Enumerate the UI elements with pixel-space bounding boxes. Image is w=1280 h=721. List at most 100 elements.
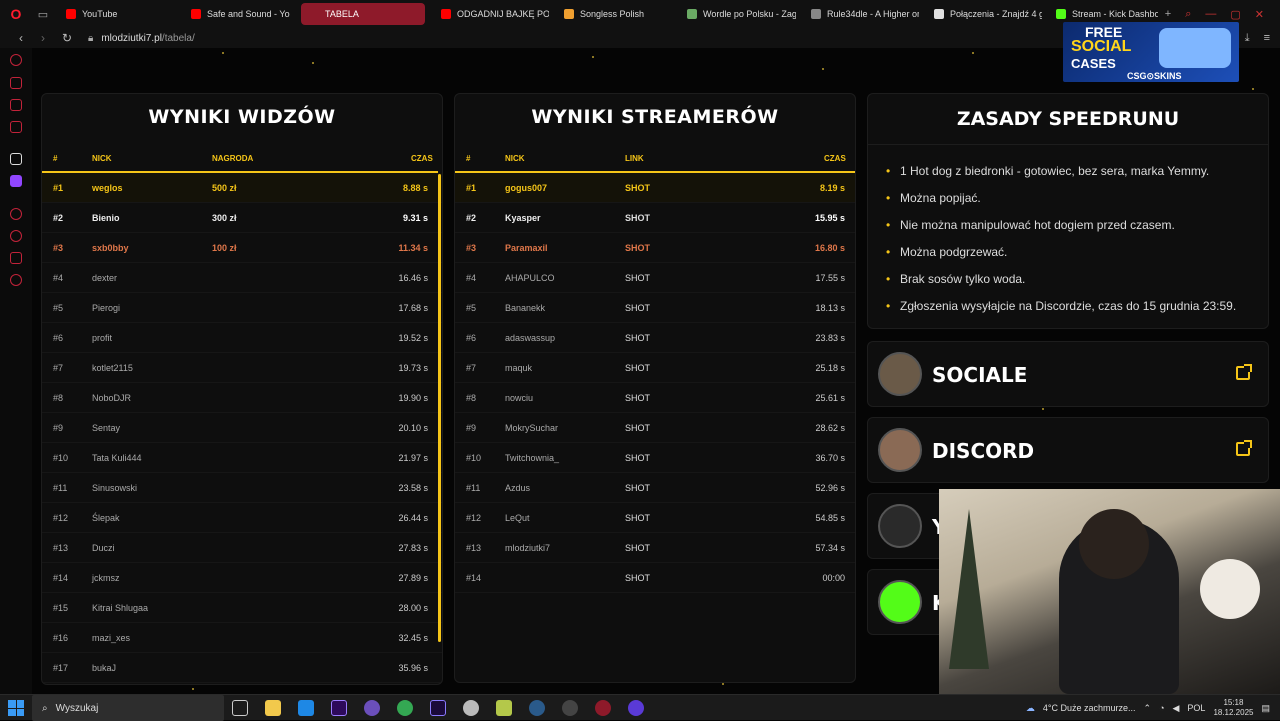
download-icon[interactable]: ⤓ [1245, 32, 1250, 45]
row-link[interactable]: SHOT [625, 423, 650, 433]
table-row[interactable]: #2 Bienio 300 zł 9.31 s [42, 203, 442, 233]
scrollbar[interactable] [438, 174, 441, 642]
obs-icon[interactable] [562, 700, 578, 716]
opera-gx-icon[interactable] [595, 700, 611, 716]
table-row[interactable]: #13 mlodziutki7 SHOT 57.34 s [455, 533, 855, 563]
table-row[interactable]: #10 Twitchownia_ SHOT 36.70 s [455, 443, 855, 473]
row-link[interactable]: SHOT [625, 393, 650, 403]
row-link[interactable]: SHOT [625, 303, 650, 313]
row-link[interactable]: SHOT [625, 483, 650, 493]
player-icon[interactable] [10, 208, 22, 220]
twitch-icon[interactable] [10, 175, 22, 187]
history-icon[interactable] [10, 230, 22, 242]
tab-5[interactable]: Wordle po Polsku - Zagr [679, 3, 796, 25]
row-link[interactable]: SHOT [625, 183, 650, 193]
opera-logo-icon[interactable]: O [0, 0, 32, 28]
table-row[interactable]: #16 mazi_xes 32.45 s [42, 623, 442, 653]
table-row[interactable]: #11 Azdus SHOT 52.96 s [455, 473, 855, 503]
minecraft-icon[interactable] [496, 700, 512, 716]
row-link[interactable]: SHOT [625, 243, 650, 253]
ad-banner[interactable]: FREE SOCIAL CASES CSG⊙SKINS [1063, 22, 1239, 82]
external-link-icon[interactable] [1236, 364, 1252, 380]
row-link[interactable]: SHOT [625, 513, 650, 523]
table-row[interactable]: #9 MokrySuchar SHOT 28.62 s [455, 413, 855, 443]
app-icon[interactable] [463, 700, 479, 716]
taskbar-search[interactable]: ⌕ Wyszukaj [32, 695, 224, 721]
table-row[interactable]: #5 Bananekk SHOT 18.13 s [455, 293, 855, 323]
row-link[interactable]: SHOT [625, 213, 650, 223]
table-row[interactable]: #8 NoboDJR 19.90 s [42, 383, 442, 413]
row-link[interactable]: SHOT [625, 363, 650, 373]
table-row[interactable]: #12 Ślepak 26.44 s [42, 503, 442, 533]
wifi-icon[interactable]: ◔ [1159, 703, 1164, 713]
chrome-icon[interactable] [397, 700, 413, 716]
notifications-icon[interactable]: ▤ [1261, 703, 1270, 714]
row-link[interactable]: SHOT [625, 573, 650, 583]
table-row[interactable]: #12 LeQut SHOT 54.85 s [455, 503, 855, 533]
kick-icon[interactable] [10, 153, 22, 165]
chat-icon[interactable] [10, 99, 22, 111]
table-row[interactable]: #3 sxb0bby 100 zł 11.34 s [42, 233, 442, 263]
menu-icon[interactable]: ≡ [1264, 32, 1270, 44]
extensions-icon[interactable] [10, 252, 22, 264]
table-row[interactable]: #14 jckmsz 27.89 s [42, 563, 442, 593]
table-row[interactable]: #1 gogus007 SHOT 8.19 s [455, 173, 855, 203]
volume-icon[interactable]: ◀︎ [1173, 703, 1180, 714]
back-icon[interactable]: ‹ [12, 28, 30, 48]
table-row[interactable]: #6 adaswassup SHOT 23.83 s [455, 323, 855, 353]
tab-2[interactable]: TABELA [301, 3, 425, 25]
table-row[interactable]: #3 Paramaxil SHOT 16.80 s [455, 233, 855, 263]
after-effects-icon[interactable] [430, 700, 446, 716]
task-view-icon[interactable] [232, 700, 248, 716]
tab-1[interactable]: Safe and Sound - Yo [183, 3, 295, 25]
tab-6[interactable]: Rule34dle - A Higher or [803, 3, 919, 25]
social-card-0[interactable]: SOCIALE [867, 341, 1269, 407]
table-row[interactable]: #17 bukaJ 35.96 s [42, 653, 442, 683]
aria-icon[interactable] [10, 54, 22, 66]
forward-icon[interactable]: › [34, 28, 52, 48]
table-row[interactable]: #14 SHOT 00:00 [455, 563, 855, 593]
plus-icon[interactable]: + [1165, 8, 1171, 20]
maximize-icon[interactable]: ▢ [1230, 8, 1240, 21]
tab-3[interactable]: ODGADNIJ BAJKĘ PO P [433, 3, 549, 25]
table-row[interactable]: #6 profit 19.52 s [42, 323, 442, 353]
steam-icon[interactable] [529, 700, 545, 716]
external-link-icon[interactable] [1236, 440, 1252, 456]
table-row[interactable]: #10 Tata Kuli444 21.97 s [42, 443, 442, 473]
table-row[interactable]: #1 weglos 500 zł 8.88 s [42, 173, 442, 203]
vs-code-icon[interactable] [298, 700, 314, 716]
minimize-icon[interactable]: — [1205, 8, 1216, 20]
table-row[interactable]: #2 Kyasper SHOT 15.95 s [455, 203, 855, 233]
chevron-up-icon[interactable]: ⌃ [1144, 703, 1152, 714]
url-field[interactable]: 🔒︎ mlodziutki7.pl/tabela/ [88, 33, 195, 44]
app-icon[interactable] [364, 700, 380, 716]
file-explorer-icon[interactable] [265, 700, 281, 716]
table-row[interactable]: #7 kotlet2115 19.73 s [42, 353, 442, 383]
row-link[interactable]: SHOT [625, 453, 650, 463]
windows-start-icon[interactable] [8, 700, 24, 716]
discord-icon[interactable] [628, 700, 644, 716]
tab-0[interactable]: YouTube [58, 3, 176, 25]
table-row[interactable]: #15 Kitrai Shlugaa 28.00 s [42, 593, 442, 623]
search-tabs-icon[interactable]: ⌕ [1185, 8, 1191, 21]
table-row[interactable]: #8 nowciu SHOT 25.61 s [455, 383, 855, 413]
tab-menu-icon[interactable]: ▭ [32, 0, 54, 28]
table-row[interactable]: #11 Sinusowski 23.58 s [42, 473, 442, 503]
reload-icon[interactable]: ↻ [58, 28, 76, 48]
row-link[interactable]: SHOT [625, 273, 650, 283]
shop-icon[interactable] [10, 77, 22, 89]
row-link[interactable]: SHOT [625, 333, 650, 343]
table-row[interactable]: #13 Duczi 27.83 s [42, 533, 442, 563]
table-row[interactable]: #4 AHAPULCO SHOT 17.55 s [455, 263, 855, 293]
tab-4[interactable]: Songless Polish [556, 3, 672, 25]
weather-text[interactable]: 4°C Duże zachmurze... [1043, 703, 1136, 713]
table-row[interactable]: #5 Pierogi 17.68 s [42, 293, 442, 323]
social-card-1[interactable]: DISCORD [867, 417, 1269, 483]
table-row[interactable]: #7 maquk SHOT 25.18 s [455, 353, 855, 383]
language-indicator[interactable]: POL [1187, 703, 1205, 713]
premiere-icon[interactable] [331, 700, 347, 716]
row-link[interactable]: SHOT [625, 543, 650, 553]
settings-icon[interactable] [10, 274, 22, 286]
music-icon[interactable] [10, 121, 22, 133]
table-row[interactable]: #9 Sentay 20.10 s [42, 413, 442, 443]
